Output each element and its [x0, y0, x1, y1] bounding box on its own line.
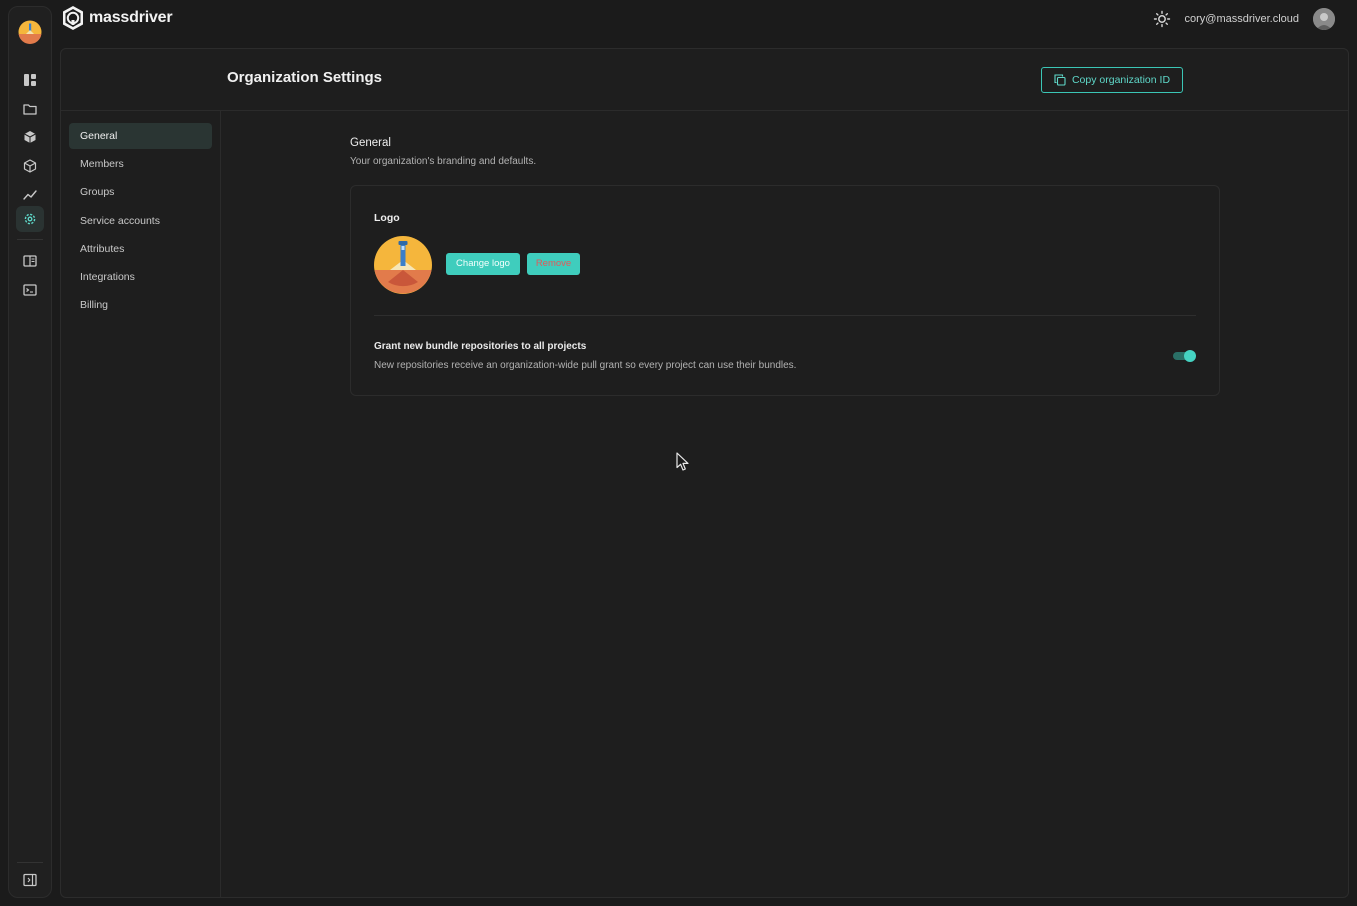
massdriver-logo-icon — [63, 6, 83, 30]
settings-panel: Organization Settings Copy organization … — [60, 48, 1349, 898]
rail-dashboard[interactable] — [16, 67, 44, 93]
terminal-icon — [23, 284, 37, 296]
card-divider — [374, 315, 1196, 316]
nav-item-billing[interactable]: Billing — [69, 292, 212, 318]
user-area: cory@massdriver.cloud — [1153, 8, 1335, 30]
copy-organization-id-label: Copy organization ID — [1071, 74, 1171, 86]
panel-header: Organization Settings Copy organization … — [61, 49, 1348, 111]
nav-item-service-accounts[interactable]: Service accounts — [69, 208, 212, 234]
rail-settings[interactable] — [16, 206, 44, 232]
icon-rail — [8, 6, 52, 898]
gear-icon — [24, 213, 36, 225]
rail-metrics[interactable] — [16, 182, 44, 208]
chart-line-icon — [23, 190, 37, 200]
package-icon — [23, 159, 37, 173]
org-logo-image — [374, 236, 432, 294]
copy-icon — [1054, 74, 1066, 86]
sidebar-toggle-icon — [23, 873, 37, 887]
rail-divider — [17, 239, 43, 240]
avatar[interactable] — [1313, 8, 1335, 30]
rail-divider-bottom — [17, 862, 43, 863]
page-title: Organization Settings — [227, 69, 383, 86]
nav-item-general[interactable]: General — [69, 123, 212, 149]
nav-item-integrations[interactable]: Integrations — [69, 264, 212, 290]
rail-docs[interactable] — [16, 248, 44, 274]
mouse-cursor-icon — [676, 452, 689, 471]
toggle-knob — [1184, 350, 1196, 362]
grant-setting-title: Grant new bundle repositories to all pro… — [374, 341, 587, 352]
branding-card: Logo Change logo Remove Grant new bundle… — [350, 185, 1220, 396]
logo-label: Logo — [374, 212, 400, 224]
grant-setting-description: New repositories receive an organization… — [374, 360, 797, 371]
copy-organization-id-button[interactable]: Copy organization ID — [1041, 67, 1183, 93]
brand-name: massdriver — [89, 9, 173, 26]
bundles-icon — [24, 131, 36, 143]
settings-nav: General Members Groups Service accounts … — [61, 111, 221, 898]
rail-collapse[interactable] — [16, 867, 44, 893]
rail-packages[interactable] — [16, 153, 44, 179]
rail-bundles[interactable] — [16, 124, 44, 150]
dashboard-icon — [24, 74, 36, 86]
brand[interactable]: massdriver — [60, 5, 173, 31]
nav-item-members[interactable]: Members — [69, 151, 212, 177]
docs-icon — [23, 255, 37, 267]
org-logo-icon[interactable] — [18, 20, 42, 44]
sun-icon[interactable] — [1153, 10, 1171, 28]
folder-icon — [23, 104, 37, 115]
section-description: Your organization's branding and default… — [350, 156, 537, 167]
user-avatar-icon — [1313, 8, 1335, 30]
user-email[interactable]: cory@massdriver.cloud — [1185, 13, 1299, 25]
rail-projects[interactable] — [16, 96, 44, 122]
rail-terminal[interactable] — [16, 277, 44, 303]
top-bar: massdriver cory@massdriver.cloud — [0, 0, 1357, 40]
remove-logo-button[interactable]: Remove — [527, 253, 580, 275]
change-logo-button[interactable]: Change logo — [446, 253, 520, 275]
grant-toggle[interactable] — [1173, 350, 1196, 362]
nav-item-attributes[interactable]: Attributes — [69, 236, 212, 262]
nav-item-groups[interactable]: Groups — [69, 179, 212, 205]
section-title: General — [350, 137, 391, 149]
